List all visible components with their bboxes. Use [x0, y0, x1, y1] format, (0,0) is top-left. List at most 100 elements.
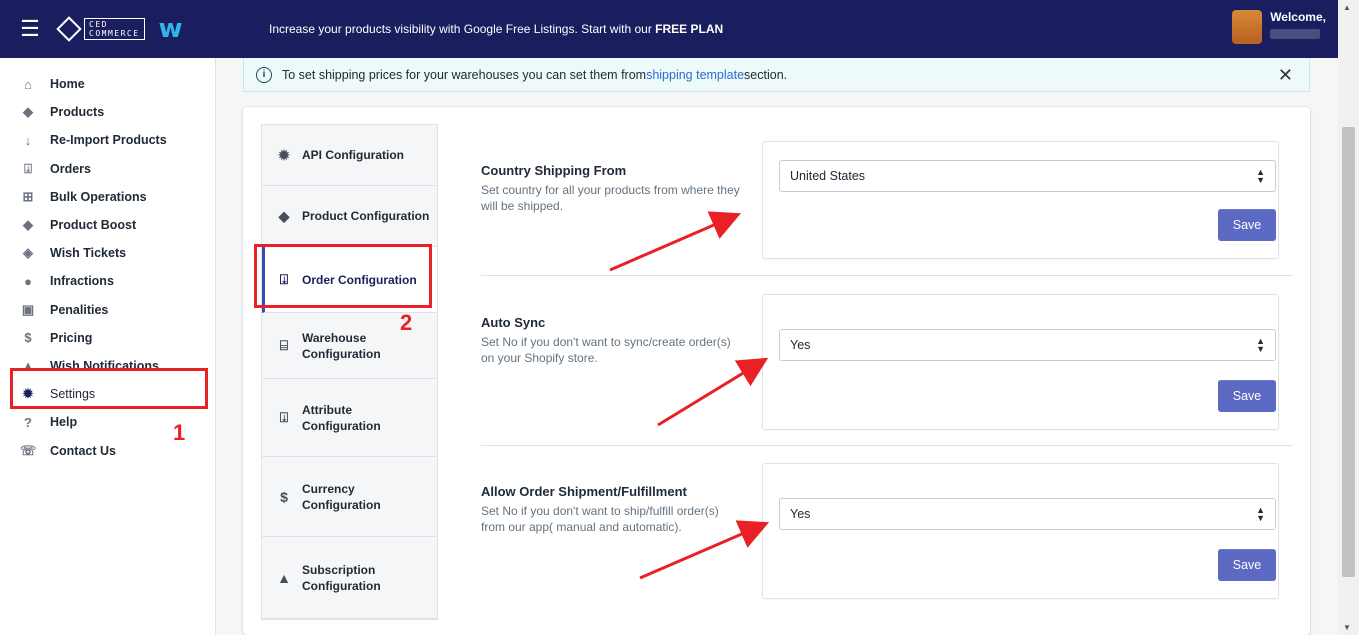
dollar-icon: $	[280, 488, 288, 505]
country-shipping-panel: United States ▲ ▼ Save	[762, 141, 1279, 259]
section-description: Set country for all your products from w…	[481, 183, 740, 213]
sidebar-item-penalities[interactable]: ▣ Penalities	[0, 296, 215, 324]
hamburger-menu-icon[interactable]: ☰	[0, 0, 60, 58]
welcome-label: Welcome,	[1270, 10, 1326, 24]
alert-icon: ●	[24, 273, 32, 289]
sidebar: ⌂ Home ◆ Products ↓ Re-Import Products ⍗ Orders…	[0, 58, 216, 635]
annotation-step-1: 1	[173, 420, 186, 445]
save-button[interactable]: Save	[1218, 209, 1276, 241]
select-caret-icon: ▲ ▼	[1256, 167, 1265, 185]
user-menu[interactable]: Welcome,	[1232, 0, 1338, 58]
avatar[interactable]	[1232, 10, 1263, 44]
tab-api-configuration[interactable]: ✹ API Configuration	[262, 125, 437, 186]
sidebar-item-home[interactable]: ⌂ Home	[0, 70, 215, 98]
sidebar-item-label: Contact Us	[50, 443, 116, 458]
save-button[interactable]: Save	[1218, 380, 1276, 412]
sidebar-item-label: Product Boost	[50, 218, 137, 233]
orders-icon: ⍗	[24, 160, 32, 176]
tab-attribute-configuration[interactable]: ⍗ Attribute Configuration	[262, 379, 437, 457]
auto-sync-panel: Yes ▲ ▼ Save	[762, 294, 1279, 430]
top-bar: ☰ CED COMMERCE w Increase your products …	[0, 0, 1338, 58]
sidebar-item-wish-tickets[interactable]: ◈ Wish Tickets	[0, 239, 215, 267]
select-value: United States	[790, 169, 866, 183]
bell-icon: ▲	[277, 569, 291, 586]
warehouse-icon: ⌸	[279, 337, 289, 353]
help-icon: ?	[24, 414, 32, 430]
order-fulfillment-panel: Yes ▲ ▼ Save	[762, 463, 1279, 599]
sidebar-item-products[interactable]: ◆ Products	[0, 98, 215, 126]
banner-text-before: To set shipping prices for your warehous…	[282, 67, 647, 82]
annotation-step-2: 2	[400, 310, 413, 335]
sidebar-item-label: Penalities	[50, 302, 109, 317]
section-description: Set No if you don't want to ship/fulfill…	[481, 504, 719, 534]
sidebar-item-label: Bulk Operations	[50, 189, 147, 204]
tag-icon: ◆	[278, 207, 290, 224]
select-caret-icon: ▲ ▼	[1256, 336, 1265, 354]
sidebar-item-orders[interactable]: ⍗ Orders	[0, 155, 215, 183]
sidebar-item-label: Help	[50, 415, 78, 430]
tag-icon: ◆	[23, 104, 33, 120]
sidebar-item-label: Re-Import Products	[50, 133, 167, 148]
arrow-down-icon: ↓	[24, 132, 32, 148]
cedcommerce-logo[interactable]: CED COMMERCE w	[56, 14, 260, 44]
username-redacted	[1270, 29, 1321, 39]
settings-card: ✹ API Configuration ◆ Product Configuration…	[243, 107, 1310, 635]
select-value: Yes	[790, 507, 811, 521]
promo-banner[interactable]: Increase your products visibility with G…	[269, 22, 1232, 36]
sidebar-item-label: Orders	[50, 161, 91, 176]
divider	[481, 275, 1293, 276]
sidebar-item-label: Home	[50, 77, 85, 92]
wish-logo-icon: w	[158, 14, 183, 44]
annotation-box-settings	[10, 368, 208, 409]
sidebar-item-re-import-products[interactable]: ↓ Re-Import Products	[0, 126, 215, 154]
ticket-icon: ◈	[23, 245, 33, 261]
sidebar-item-label: Pricing	[50, 330, 93, 345]
tab-label: Attribute Configuration	[302, 402, 381, 433]
annotation-box-order-config	[254, 244, 432, 308]
sidebar-item-label: Products	[50, 105, 105, 120]
sidebar-item-label: Wish Tickets	[50, 246, 127, 261]
select-caret-icon: ▲ ▼	[1256, 505, 1265, 523]
select-value: Yes	[790, 338, 811, 352]
tab-label: API Configuration	[302, 148, 404, 162]
tab-label: Currency Configuration	[302, 481, 381, 512]
gear-icon: ✹	[278, 146, 290, 163]
logo-text: CED COMMERCE	[84, 18, 145, 40]
sidebar-item-infractions[interactable]: ● Infractions	[0, 267, 215, 295]
banner-text-after: section.	[744, 67, 788, 82]
logo-diamond-icon	[56, 16, 82, 42]
save-button[interactable]: Save	[1218, 549, 1276, 581]
scroll-up-icon[interactable]: ▲	[1343, 3, 1351, 12]
promo-free-plan[interactable]: FREE PLAN	[655, 22, 723, 36]
promo-text: Increase your products visibility with G…	[269, 22, 656, 36]
penalty-icon: ▣	[21, 301, 35, 317]
home-icon: ⌂	[24, 76, 32, 92]
settings-tabs: ✹ API Configuration ◆ Product Configuration…	[261, 124, 438, 620]
tab-label: Product Configuration	[302, 209, 430, 223]
dollar-icon: $	[24, 330, 32, 346]
sidebar-item-product-boost[interactable]: ◆ Product Boost	[0, 211, 215, 239]
sidebar-item-bulk-operations[interactable]: ⊞ Bulk Operations	[0, 183, 215, 211]
phone-icon: ☏	[20, 442, 37, 458]
divider	[481, 445, 1293, 446]
info-icon: i	[256, 66, 272, 83]
tab-subscription-configuration[interactable]: ▲ Subscription Configuration	[262, 537, 437, 619]
tag-icon: ◆	[23, 217, 33, 233]
tab-label: Warehouse Configuration	[302, 330, 381, 361]
page-scrollbar[interactable]: ▲ ▼	[1338, 0, 1359, 635]
bulk-icon: ⊞	[22, 188, 34, 204]
close-icon[interactable]: ✕	[1278, 65, 1293, 86]
tab-label: Subscription Configuration	[302, 562, 381, 593]
auto-sync-select[interactable]: Yes ▲ ▼	[779, 329, 1276, 361]
orders-icon: ⍗	[279, 409, 289, 425]
scroll-down-icon[interactable]: ▼	[1343, 623, 1351, 632]
tab-currency-configuration[interactable]: $ Currency Configuration	[262, 457, 437, 537]
fulfillment-select[interactable]: Yes ▲ ▼	[779, 498, 1276, 530]
country-select[interactable]: United States ▲ ▼	[779, 160, 1276, 192]
tab-product-configuration[interactable]: ◆ Product Configuration	[262, 186, 437, 247]
sidebar-item-label: Infractions	[50, 274, 114, 289]
scroll-thumb[interactable]	[1342, 127, 1355, 577]
shipping-template-link[interactable]: shipping template	[646, 68, 744, 82]
sidebar-item-pricing[interactable]: $ Pricing	[0, 324, 215, 352]
info-banner: i To set shipping prices for your wareho…	[243, 58, 1310, 92]
